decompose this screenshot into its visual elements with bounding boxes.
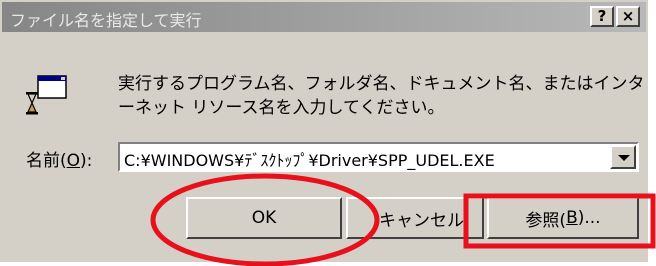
- name-label-suffix: ):: [80, 151, 93, 171]
- name-label-accel: O: [66, 151, 81, 171]
- name-input[interactable]: C:¥WINDOWS¥ﾃﾞｽｸﾄｯﾌﾟ¥Driver¥SPP_UDEL.EXE: [124, 147, 495, 171]
- cancel-button[interactable]: キャンセル: [346, 197, 484, 239]
- dropdown-button[interactable]: [610, 145, 636, 169]
- help-button[interactable]: ?: [590, 6, 614, 27]
- run-dialog: ファイル名を指定して実行 ? × 実行するプログラム名、フォルダ名、ドキュメント…: [0, 0, 648, 262]
- instruction-text: 実行するプログラム名、フォルダ名、ドキュメント名、またはインタ ーネット リソー…: [118, 72, 645, 120]
- browse-label-suffix: )...: [577, 208, 601, 228]
- cancel-button-label: キャンセル: [379, 210, 464, 231]
- browse-label-prefix: 参照(: [525, 210, 567, 231]
- ok-button-label: OK: [251, 208, 277, 228]
- browse-button[interactable]: 参照(B)...: [487, 197, 639, 239]
- instruction-line-2: ーネット リソース名を入力してください。: [118, 98, 445, 118]
- name-label: 名前(O):: [26, 146, 92, 171]
- name-combobox[interactable]: C:¥WINDOWS¥ﾃﾞｽｸﾄｯﾌﾟ¥Driver¥SPP_UDEL.EXE: [118, 142, 639, 172]
- window-title: ファイル名を指定して実行: [10, 11, 202, 30]
- run-icon: [26, 75, 67, 115]
- title-bar[interactable]: ファイル名を指定して実行 ? ×: [2, 2, 646, 32]
- close-button[interactable]: ×: [616, 6, 640, 27]
- chevron-down-icon: [618, 155, 630, 161]
- instruction-line-1: 実行するプログラム名、フォルダ名、ドキュメント名、またはインタ: [118, 74, 645, 94]
- name-label-prefix: 名前(: [26, 151, 67, 171]
- browse-label-accel: B: [566, 208, 578, 228]
- ok-button[interactable]: OK: [186, 197, 342, 239]
